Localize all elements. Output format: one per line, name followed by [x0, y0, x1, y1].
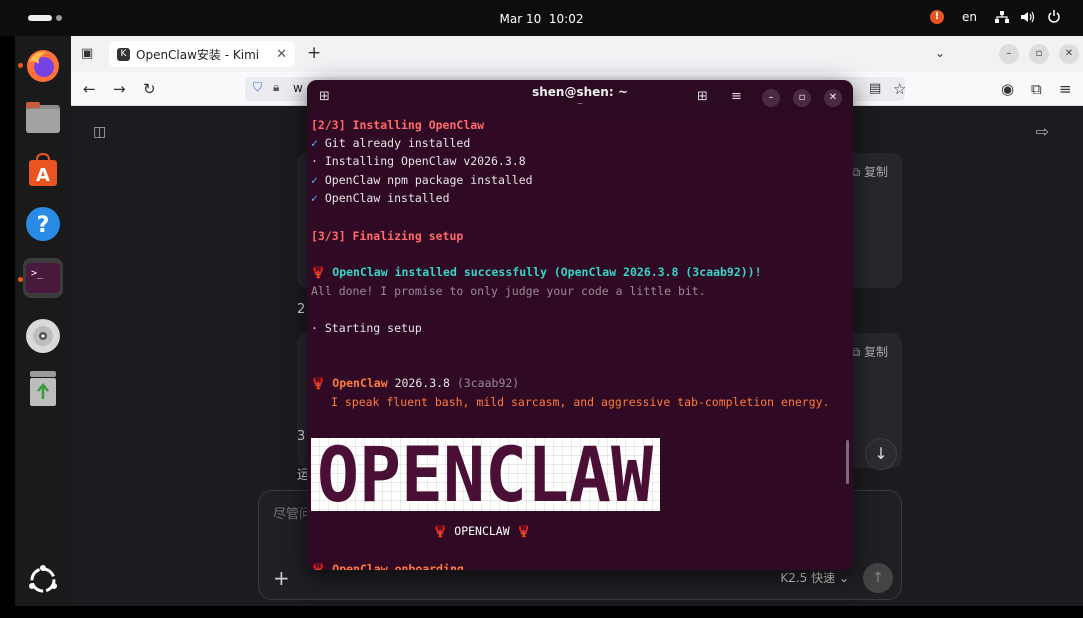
- terminal-menu-icon[interactable]: ≡: [731, 89, 742, 105]
- lobster-icon: 🦞: [311, 562, 326, 570]
- kimi-favicon-icon: K: [117, 47, 130, 61]
- keyboard-language[interactable]: en: [962, 10, 977, 24]
- tab-kimi[interactable]: K OpenClaw安装 - Kimi ✕: [109, 41, 295, 67]
- check-icon: ✓: [311, 191, 318, 205]
- term-line-install-step: [2/3] Installing OpenClaw: [311, 118, 485, 132]
- lobster-icon: 🦞: [516, 524, 531, 538]
- dock-disc[interactable]: [23, 316, 63, 356]
- shield-icon[interactable]: ⛉: [253, 80, 262, 95]
- openclaw-ascii-logo: OPENCLAW: [311, 438, 660, 511]
- terminal-maximize-icon[interactable]: ▫: [793, 89, 811, 107]
- tab-grid-icon[interactable]: ⊞: [697, 89, 708, 105]
- dock-help[interactable]: ?: [23, 204, 63, 244]
- dock-firefox[interactable]: [23, 46, 63, 86]
- answer-step-2: 2: [297, 302, 306, 317]
- svg-text:?: ?: [37, 213, 50, 238]
- term-line-starting: · Starting setup: [311, 321, 422, 335]
- warning-icon[interactable]: !: [930, 10, 944, 24]
- reload-icon[interactable]: ↻: [143, 80, 156, 98]
- clock-date: Mar 10: [499, 12, 542, 26]
- term-line-success: 🦞 OpenClaw installed successfully (OpenC…: [311, 265, 762, 279]
- model-selector[interactable]: K2.5 快速 ⌄: [780, 569, 849, 586]
- dock-app-center[interactable]: A: [23, 150, 63, 190]
- terminal-scrollbar[interactable]: [846, 440, 849, 484]
- term-line-onboarding: 🦞 OpenClaw onboarding: [311, 561, 464, 570]
- files-icon: [26, 102, 60, 133]
- account-icon[interactable]: ◉: [1001, 80, 1014, 98]
- trash-icon: [30, 371, 56, 406]
- network-tree-icon: [995, 11, 1009, 23]
- disc-icon: [26, 319, 60, 353]
- volume-icon: [1021, 11, 1035, 23]
- share-icon[interactable]: ⇨: [1036, 122, 1049, 141]
- term-line-npm: ✓ OpenClaw npm package installed: [311, 173, 533, 187]
- extensions-icon[interactable]: ⧉: [1031, 80, 1042, 98]
- copy-button-2[interactable]: ⧉ 复制: [852, 343, 888, 360]
- scroll-down-button[interactable]: ↓: [865, 438, 897, 470]
- firefox-icon: [27, 50, 59, 82]
- terminal-close-icon[interactable]: ✕: [824, 89, 842, 107]
- close-window-icon[interactable]: ✕: [1059, 44, 1079, 64]
- dock-show-apps[interactable]: [23, 560, 63, 600]
- lobster-icon: 🦞: [311, 376, 326, 390]
- dock-terminal[interactable]: >_: [23, 258, 63, 298]
- check-icon: ✓: [311, 136, 318, 150]
- reader-mode-icon[interactable]: ▤: [869, 80, 881, 98]
- lobster-icon: 🦞: [311, 265, 326, 279]
- lock-icon[interactable]: 🔒︎: [273, 80, 279, 95]
- app-center-icon: A: [29, 152, 57, 186]
- term-line-installed: ✓ OpenClaw installed: [311, 191, 450, 205]
- terminal-window: ⊞ shen@shen: ~ ~ ⊞ ≡ – ▫ ✕ [2/3] Install…: [307, 80, 853, 570]
- term-line-finalize-step: [3/3] Finalizing setup: [311, 229, 464, 243]
- tab-bar: ▣ K OpenClaw安装 - Kimi ✕ + ⌄ – ▫ ✕: [71, 36, 1083, 72]
- network-icon[interactable]: [995, 10, 1061, 24]
- tab-list-chevron-icon[interactable]: ⌄: [935, 44, 945, 62]
- new-tab-icon[interactable]: +: [307, 44, 321, 62]
- logo-caption: 🦞 OPENCLAW 🦞: [433, 524, 531, 538]
- tab-close-icon[interactable]: ✕: [276, 47, 287, 62]
- logo-text: OPENCLAW: [317, 438, 653, 511]
- sidebar-toggle-icon[interactable]: ◫: [93, 124, 106, 140]
- terminal-minimize-icon[interactable]: –: [762, 89, 780, 107]
- answer-step-3: 3: [297, 429, 306, 444]
- ubuntu-logo-icon: [29, 565, 57, 593]
- bookmark-star-icon[interactable]: ☆: [893, 80, 906, 98]
- tab-title: OpenClaw安装 - Kimi: [136, 47, 260, 62]
- clock-time: 10:02: [548, 12, 584, 26]
- forward-icon[interactable]: →: [113, 80, 126, 98]
- back-icon[interactable]: ←: [83, 80, 96, 98]
- help-icon: ?: [26, 207, 60, 241]
- svg-text:>_: >_: [31, 268, 44, 279]
- maximize-icon[interactable]: ▫: [1029, 44, 1049, 64]
- term-line-git: ✓ Git already installed: [311, 136, 471, 150]
- terminal-icon: >_: [26, 263, 60, 293]
- power-icon: [1048, 10, 1060, 23]
- terminal-header: ⊞ shen@shen: ~ ~ ⊞ ≡ – ▫ ✕: [307, 80, 853, 114]
- copy-button-1[interactable]: ⧉ 复制: [852, 163, 888, 180]
- menu-icon[interactable]: ≡: [1059, 80, 1072, 98]
- send-button[interactable]: ↑: [863, 563, 893, 593]
- svg-text:A: A: [36, 165, 50, 186]
- top-bar: Mar 10 10:02 ! en: [0, 0, 1083, 36]
- term-line-version: 🦞 OpenClaw 2026.3.8 (3caab92): [311, 376, 520, 390]
- check-icon: ✓: [311, 173, 318, 187]
- dock-trash[interactable]: [23, 369, 63, 409]
- tab-overview-icon[interactable]: ▣: [81, 45, 93, 63]
- system-tray: ! en: [930, 10, 1061, 24]
- dock: A ? >_: [15, 36, 71, 606]
- dock-files[interactable]: [23, 98, 63, 138]
- clock[interactable]: Mar 10 10:02: [0, 12, 1083, 26]
- url-text: w: [293, 81, 303, 95]
- lobster-icon: 🦞: [433, 524, 448, 538]
- minimize-icon[interactable]: –: [999, 44, 1019, 64]
- term-line-installing: · Installing OpenClaw v2026.3.8: [311, 154, 526, 168]
- term-line-all-done: All done! I promise to only judge your c…: [311, 284, 706, 298]
- term-line-tagline: I speak fluent bash, mild sarcasm, and a…: [331, 395, 830, 409]
- attach-plus-icon[interactable]: +: [273, 566, 290, 590]
